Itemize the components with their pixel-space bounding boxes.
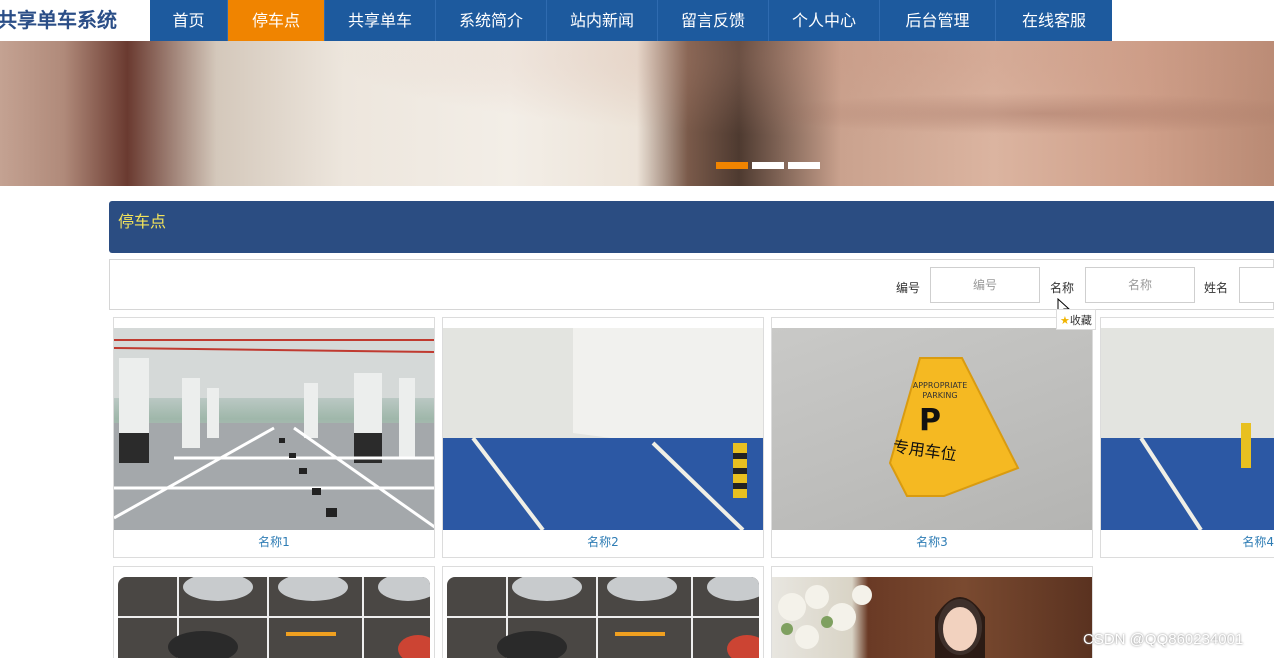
nav-feedback[interactable]: 留言反馈	[658, 0, 769, 41]
search-label-number: 编号	[896, 281, 921, 295]
section-header: 停车点	[109, 201, 1274, 253]
parking-card[interactable]	[442, 566, 764, 658]
nav-bikes[interactable]: 共享单车	[325, 0, 436, 41]
nav-profile[interactable]: 个人中心	[769, 0, 880, 41]
nav-parking[interactable]: 停车点	[228, 0, 325, 41]
card-image	[443, 328, 763, 530]
carousel-dot-1[interactable]	[716, 162, 748, 169]
app-title: 共享单车系统	[0, 8, 117, 32]
banner-image	[0, 41, 1274, 186]
search-label-person: 姓名	[1204, 281, 1229, 295]
parking-card[interactable]: APPROPRIATE PARKING P 专用车位 名称3	[771, 317, 1093, 558]
nav-admin[interactable]: 后台管理	[880, 0, 996, 41]
banner-carousel[interactable]	[0, 41, 1274, 186]
top-bar: 共享单车系统 首页 停车点 共享单车 系统简介 站内新闻 留言反馈 个人中心 后…	[0, 0, 1274, 41]
nav-news[interactable]: 站内新闻	[547, 0, 658, 41]
parking-card[interactable]: 名称2	[442, 317, 764, 558]
card-image	[447, 577, 759, 658]
person-input[interactable]	[1239, 267, 1274, 303]
sign-text-1: APPROPRIATE	[913, 381, 968, 390]
card-name[interactable]: 名称2	[443, 532, 763, 552]
card-name[interactable]: 名称4	[1101, 532, 1274, 552]
carousel-dots	[716, 162, 820, 169]
main-nav: 首页 停车点 共享单车 系统简介 站内新闻 留言反馈 个人中心 后台管理 在线客…	[150, 0, 1112, 41]
parking-card[interactable]: 名称1	[113, 317, 435, 558]
section-title: 停车点	[118, 212, 167, 231]
name-input[interactable]	[1085, 267, 1195, 303]
watermark: CSDN @QQ860234001	[1083, 631, 1244, 648]
star-icon: ★	[1060, 314, 1070, 327]
sign-text-3: P	[919, 403, 941, 438]
nav-home[interactable]: 首页	[150, 0, 228, 41]
card-image	[1101, 328, 1274, 530]
parking-card[interactable]	[771, 566, 1093, 658]
carousel-dot-3[interactable]	[788, 162, 820, 169]
card-image: APPROPRIATE PARKING P 专用车位	[772, 328, 1092, 530]
search-label-name: 名称	[1050, 281, 1075, 295]
number-input[interactable]	[930, 267, 1040, 303]
parking-card[interactable]: 名称4	[1100, 317, 1274, 558]
card-image	[114, 328, 434, 530]
card-name[interactable]: 名称1	[114, 532, 434, 552]
search-bar: 编号 名称 姓名	[109, 259, 1274, 310]
nav-about[interactable]: 系统简介	[436, 0, 547, 41]
sign-text-2: PARKING	[922, 391, 957, 400]
card-image	[118, 577, 430, 658]
parking-card[interactable]	[113, 566, 435, 658]
nav-support[interactable]: 在线客服	[996, 0, 1112, 41]
carousel-dot-2[interactable]	[752, 162, 784, 169]
card-image	[772, 577, 1092, 658]
favorite-label: 收藏	[1069, 314, 1092, 327]
favorite-tooltip[interactable]: ★收藏	[1056, 309, 1096, 330]
card-name[interactable]: 名称3	[772, 532, 1092, 552]
